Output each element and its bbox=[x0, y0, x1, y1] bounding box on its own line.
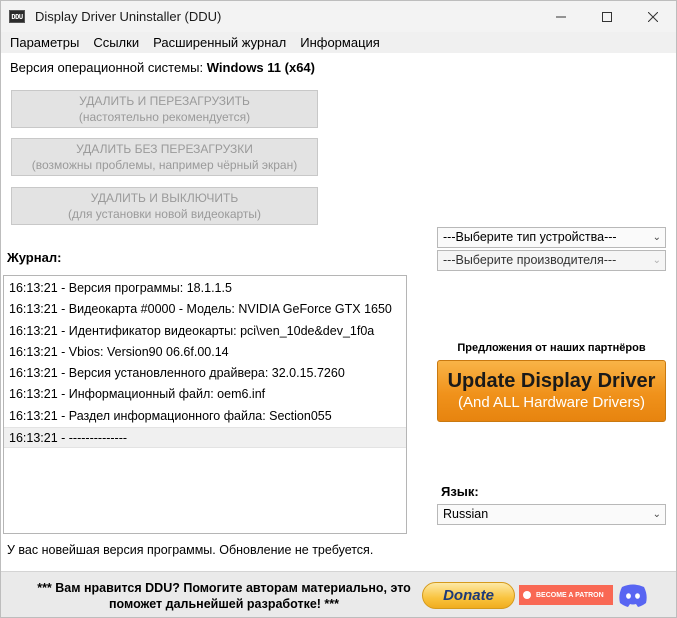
menu-links[interactable]: Ссылки bbox=[86, 35, 146, 50]
patreon-icon bbox=[523, 591, 531, 599]
log-entry[interactable]: 16:13:21 - Vbios: Version90 06.6f.00.14 bbox=[4, 342, 406, 363]
update-display-driver-ad[interactable]: Update Display Driver (And ALL Hardware … bbox=[437, 360, 666, 422]
log-entry[interactable]: 16:13:21 - Информационный файл: oem6.inf bbox=[4, 384, 406, 405]
update-status-text: У вас новейшая версия программы. Обновле… bbox=[7, 543, 374, 557]
ad-subtitle: (And ALL Hardware Drivers) bbox=[457, 394, 645, 411]
clean-and-restart-note: (настоятельно рекомендуется) bbox=[78, 110, 251, 124]
minimize-icon bbox=[556, 16, 566, 17]
log-entry[interactable]: 16:13:21 - Версия программы: 18.1.1.5 bbox=[4, 278, 406, 299]
language-select[interactable]: Russian ⌄ bbox=[437, 504, 666, 525]
donate-button[interactable]: Donate bbox=[422, 582, 515, 609]
log-entry[interactable]: 16:13:21 - Раздел информационного файла:… bbox=[4, 406, 406, 427]
clean-and-shutdown-button[interactable]: УДАЛИТЬ И ВЫКЛЮЧИТЬ (для установки новой… bbox=[11, 187, 318, 225]
chevron-down-icon: ⌄ bbox=[652, 255, 661, 266]
donation-message-line1: *** Вам нравится DDU? Помогите авторам м… bbox=[37, 581, 411, 595]
become-patron-button[interactable]: BECOME A PATRON bbox=[519, 585, 613, 605]
log-entry[interactable]: 16:13:21 - Идентификатор видеокарты: pci… bbox=[4, 321, 406, 342]
clean-and-shutdown-title: УДАЛИТЬ И ВЫКЛЮЧИТЬ bbox=[90, 191, 239, 205]
close-icon bbox=[648, 11, 658, 22]
donation-message: *** Вам нравится DDU? Помогите авторам м… bbox=[25, 580, 423, 612]
clean-no-restart-title: УДАЛИТЬ БЕЗ ПЕРЕЗАГРУЗКИ bbox=[76, 142, 253, 156]
clean-no-restart-button[interactable]: УДАЛИТЬ БЕЗ ПЕРЕЗАГРУЗКИ (возможны пробл… bbox=[11, 138, 318, 176]
donation-footer: *** Вам нравится DDU? Помогите авторам м… bbox=[1, 571, 676, 617]
os-version-value: Windows 11 (x64) bbox=[206, 60, 315, 75]
chevron-down-icon: ⌄ bbox=[652, 509, 661, 520]
os-version-label: Версия операционной системы: bbox=[10, 60, 204, 75]
journal-log-list[interactable]: 16:13:21 - Версия программы: 18.1.1.5 16… bbox=[3, 275, 407, 534]
app-window: DDU Display Driver Uninstaller (DDU) Пар… bbox=[0, 0, 677, 618]
ddu-app-icon: DDU bbox=[9, 10, 25, 23]
title-bar[interactable]: DDU Display Driver Uninstaller (DDU) bbox=[1, 1, 676, 32]
clean-and-restart-button[interactable]: УДАЛИТЬ И ПЕРЕЗАГРУЗИТЬ (настоятельно ре… bbox=[11, 90, 318, 128]
vendor-select-value: ---Выберите производителя--- bbox=[443, 253, 617, 267]
log-entry[interactable]: 16:13:21 - Видеокарта #0000 - Модель: NV… bbox=[4, 299, 406, 320]
log-entry[interactable]: 16:13:21 - Версия установленного драйвер… bbox=[4, 363, 406, 384]
ad-title: Update Display Driver bbox=[447, 370, 656, 392]
device-type-select[interactable]: ---Выберите тип устройства--- ⌄ bbox=[437, 227, 666, 248]
minimize-button[interactable] bbox=[538, 1, 584, 32]
clean-and-shutdown-note: (для установки новой видеокарты) bbox=[67, 207, 262, 221]
close-button[interactable] bbox=[630, 1, 676, 32]
vendor-select[interactable]: ---Выберите производителя--- ⌄ bbox=[437, 250, 666, 271]
chevron-down-icon: ⌄ bbox=[652, 232, 661, 243]
maximize-button[interactable] bbox=[584, 1, 630, 32]
window-title: Display Driver Uninstaller (DDU) bbox=[35, 9, 222, 24]
maximize-icon bbox=[602, 11, 612, 22]
log-entry-selected[interactable]: 16:13:21 - -------------- bbox=[4, 427, 406, 449]
language-select-value: Russian bbox=[443, 507, 489, 521]
os-version: Версия операционной системы: Windows 11 … bbox=[10, 60, 315, 75]
clean-and-restart-title: УДАЛИТЬ И ПЕРЕЗАГРУЗИТЬ bbox=[79, 94, 250, 108]
become-patron-label: BECOME A PATRON bbox=[536, 591, 604, 599]
partners-label: Предложения от наших партнёров bbox=[457, 342, 646, 354]
donation-message-line2: поможет дальнейшей разработке! *** bbox=[108, 597, 340, 611]
journal-label: Журнал: bbox=[7, 250, 62, 265]
clean-no-restart-note: (возможны проблемы, например чёрный экра… bbox=[31, 158, 298, 172]
language-label: Язык: bbox=[441, 484, 479, 499]
menu-info[interactable]: Информация bbox=[293, 35, 387, 50]
device-type-select-value: ---Выберите тип устройства--- bbox=[443, 230, 617, 244]
menu-bar: Параметры Ссылки Расширенный журнал Инфо… bbox=[1, 32, 676, 53]
menu-advanced-log[interactable]: Расширенный журнал bbox=[146, 35, 293, 50]
window-controls bbox=[538, 1, 676, 32]
menu-settings[interactable]: Параметры bbox=[3, 35, 86, 50]
discord-icon[interactable] bbox=[618, 582, 648, 608]
